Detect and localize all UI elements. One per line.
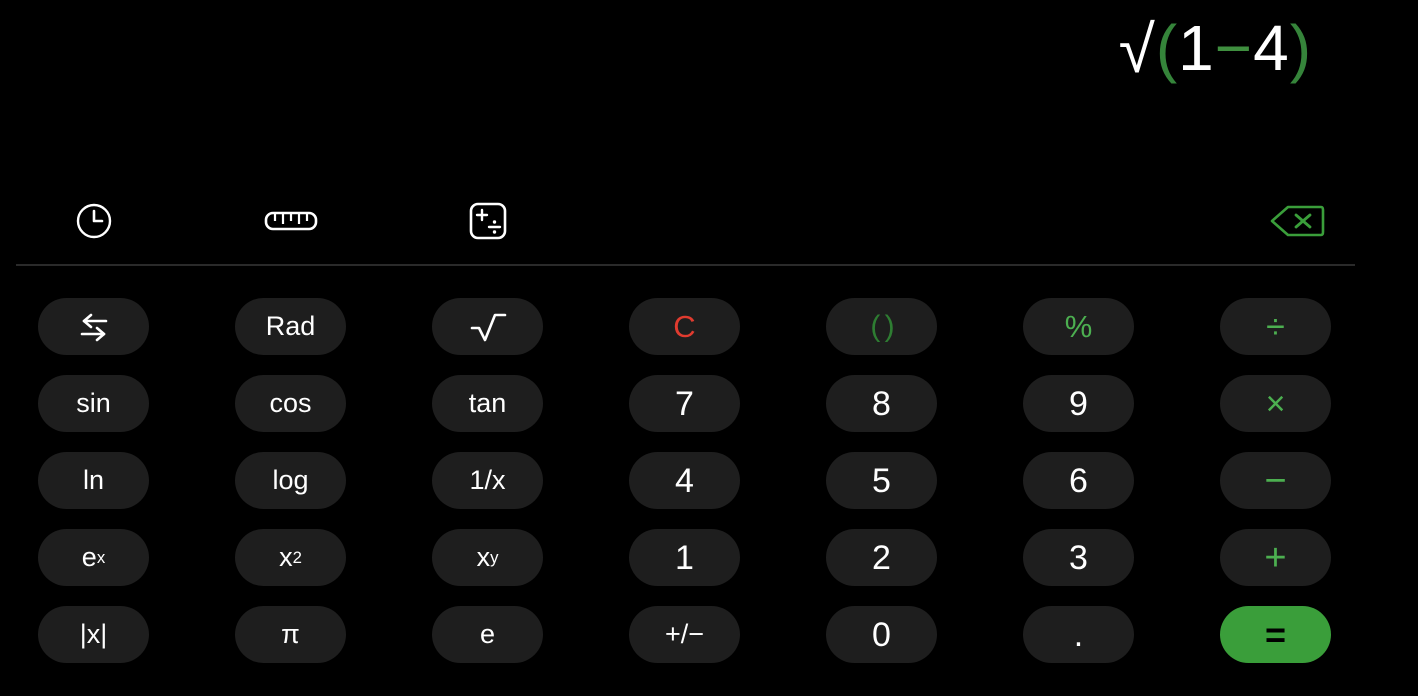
pi-button[interactable]: π — [235, 606, 346, 663]
cosine-button[interactable]: cos — [235, 375, 346, 432]
power-base: x — [476, 542, 491, 572]
clear-button[interactable]: C — [629, 298, 740, 355]
backspace-icon — [1269, 204, 1325, 238]
parentheses-button[interactable]: ( ) — [826, 298, 937, 355]
add-glyph: + — [1264, 536, 1287, 579]
subtract-button[interactable]: − — [1220, 452, 1331, 509]
multiply-button[interactable]: × — [1220, 375, 1331, 432]
digit-8-button[interactable]: 8 — [826, 375, 937, 432]
digit-7-button[interactable]: 7 — [629, 375, 740, 432]
unit-converter-button[interactable] — [261, 195, 321, 247]
tangent-button[interactable]: tan — [432, 375, 543, 432]
exponential-base: e — [81, 542, 97, 572]
expression-token-digit-4: 4 — [1253, 12, 1290, 84]
swap-mode-button[interactable] — [38, 298, 149, 355]
square-root-icon — [468, 309, 508, 345]
natural-log-button[interactable]: ln — [38, 452, 149, 509]
expression-token-digit-1: 1 — [1178, 12, 1215, 84]
log-button[interactable]: log — [235, 452, 346, 509]
digit-1-button[interactable]: 1 — [629, 529, 740, 586]
add-button[interactable]: + — [1220, 529, 1331, 586]
equals-button[interactable]: = — [1220, 606, 1331, 663]
calculator-toolbar — [0, 190, 1418, 252]
angle-unit-button[interactable]: Rad — [235, 298, 346, 355]
backspace-button[interactable] — [1262, 195, 1332, 247]
history-button[interactable] — [64, 195, 124, 247]
sign-toggle-button[interactable]: +/− — [629, 606, 740, 663]
exponential-button[interactable]: ex — [38, 529, 149, 586]
sine-button[interactable]: sin — [38, 375, 149, 432]
calculator-keypad: Rad C ( ) % ÷ sin cos tan 7 8 9 × ln log… — [38, 298, 1338, 663]
square-button[interactable]: x2 — [235, 529, 346, 586]
digit-4-button[interactable]: 4 — [629, 452, 740, 509]
digit-9-button[interactable]: 9 — [1023, 375, 1134, 432]
math-mode-icon — [468, 201, 508, 241]
digit-6-button[interactable]: 6 — [1023, 452, 1134, 509]
reciprocal-button[interactable]: 1/x — [432, 452, 543, 509]
math-mode-button[interactable] — [458, 195, 518, 247]
digit-3-button[interactable]: 3 — [1023, 529, 1134, 586]
history-icon — [74, 201, 114, 241]
expression-token-operator: − — [1214, 12, 1254, 84]
swap-arrows-icon — [72, 310, 116, 344]
square-base: x — [279, 542, 293, 572]
subtract-glyph: − — [1264, 459, 1287, 502]
divide-button[interactable]: ÷ — [1220, 298, 1331, 355]
euler-number-button[interactable]: e — [432, 606, 543, 663]
equals-glyph: = — [1264, 613, 1287, 655]
square-root-button[interactable] — [432, 298, 543, 355]
digit-0-button[interactable]: 0 — [826, 606, 937, 663]
ruler-icon — [264, 204, 318, 238]
digit-2-button[interactable]: 2 — [826, 529, 937, 586]
calculator-display[interactable]: √(1−4) — [0, 0, 1418, 190]
absolute-value-button[interactable]: |x| — [38, 606, 149, 663]
power-button[interactable]: xy — [432, 529, 543, 586]
digit-5-button[interactable]: 5 — [826, 452, 937, 509]
expression-token-paren-open: ( — [1155, 12, 1179, 84]
decimal-point-button[interactable]: . — [1023, 606, 1134, 663]
percent-button[interactable]: % — [1023, 298, 1134, 355]
expression-token-paren-close: ) — [1289, 12, 1312, 84]
expression-text: √(1−4) — [1119, 0, 1312, 82]
expression-token-radical: √ — [1118, 12, 1156, 86]
toolbar-divider — [16, 264, 1355, 266]
